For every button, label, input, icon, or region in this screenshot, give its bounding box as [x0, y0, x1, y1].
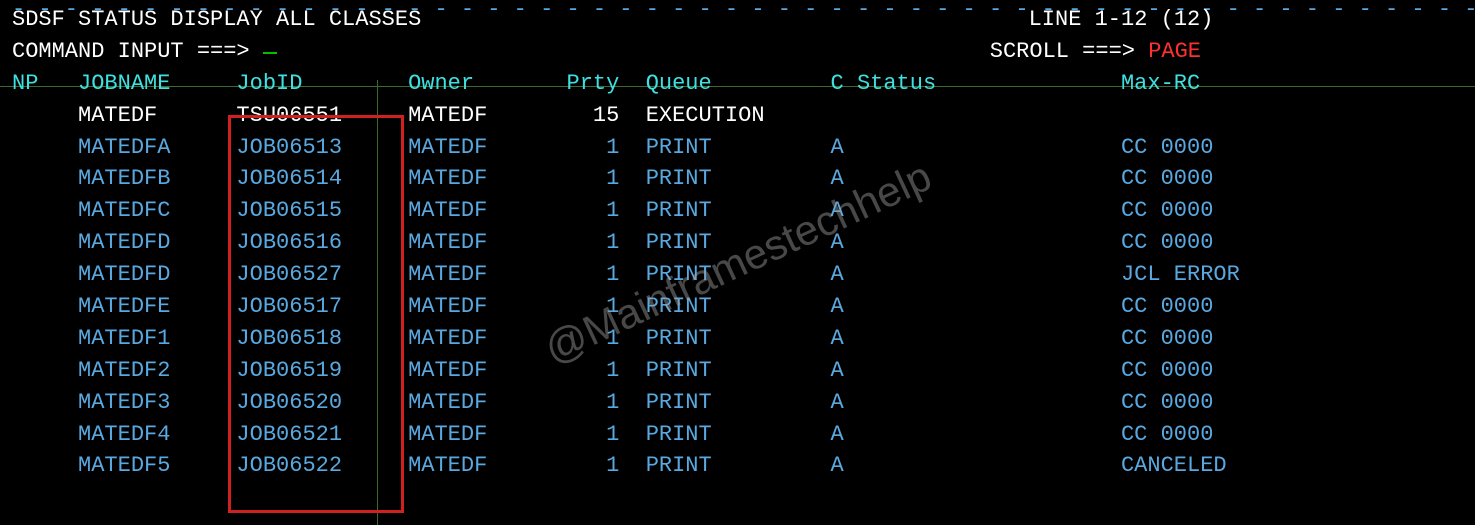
- line-info: LINE 1-12 (12): [1029, 7, 1214, 32]
- title-spacer: [421, 7, 1028, 32]
- command-row: COMMAND INPUT ===> SCROLL ===> PAGE: [12, 36, 1463, 68]
- table-row[interactable]: MATEDFD JOB06516 MATEDF 1 PRINT A CC 000…: [12, 227, 1463, 259]
- command-label: COMMAND INPUT ===>: [12, 39, 250, 64]
- table-row[interactable]: MATEDFD JOB06527 MATEDF 1 PRINT A JCL ER…: [12, 259, 1463, 291]
- table-row[interactable]: MATEDFE JOB06517 MATEDF 1 PRINT A CC 000…: [12, 291, 1463, 323]
- scroll-label: SCROLL ===>: [990, 39, 1135, 64]
- table-row[interactable]: MATEDFC JOB06515 MATEDF 1 PRINT A CC 000…: [12, 195, 1463, 227]
- table-row[interactable]: MATEDF1 JOB06518 MATEDF 1 PRINT A CC 000…: [12, 323, 1463, 355]
- table-row[interactable]: MATEDF4 JOB06521 MATEDF 1 PRINT A CC 000…: [12, 419, 1463, 451]
- scroll-value[interactable]: PAGE: [1148, 39, 1201, 64]
- table-row[interactable]: MATEDF2 JOB06519 MATEDF 1 PRINT A CC 000…: [12, 355, 1463, 387]
- table-row[interactable]: MATEDFB JOB06514 MATEDF 1 PRINT A CC 000…: [12, 163, 1463, 195]
- panel-title: SDSF STATUS DISPLAY ALL CLASSES: [12, 7, 421, 32]
- command-input[interactable]: [263, 52, 277, 54]
- table-row[interactable]: MATEDF3 JOB06520 MATEDF 1 PRINT A CC 000…: [12, 387, 1463, 419]
- column-headers: NP JOBNAME JobID Owner Prty Queue C Stat…: [12, 68, 1463, 100]
- table-row[interactable]: MATEDFA JOB06513 MATEDF 1 PRINT A CC 000…: [12, 132, 1463, 164]
- table-row[interactable]: MATEDF TSU06551 MATEDF 15 EXECUTION: [12, 100, 1463, 132]
- table-row[interactable]: MATEDF5 JOB06522 MATEDF 1 PRINT A CANCEL…: [12, 450, 1463, 482]
